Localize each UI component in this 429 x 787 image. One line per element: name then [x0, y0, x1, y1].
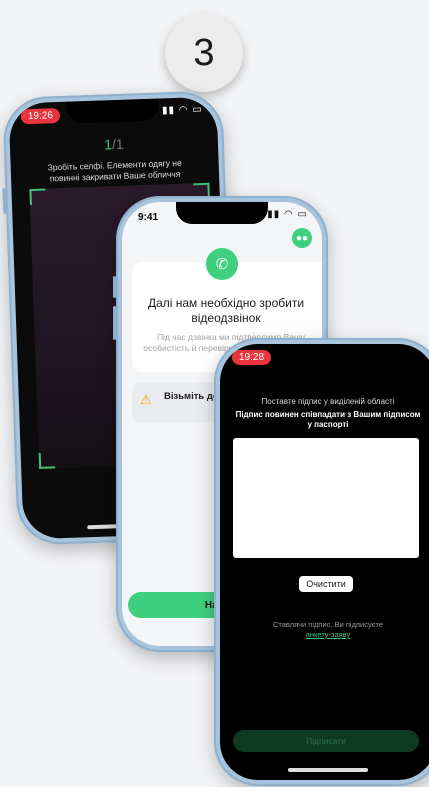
battery-icon: ▭ — [297, 209, 308, 220]
home-indicator — [288, 768, 368, 772]
photo-counter: 1/1 — [10, 132, 218, 155]
signature-screen: 19:28 Поставте підпис у виділеній област… — [220, 344, 429, 780]
signature-pad[interactable] — [233, 438, 419, 558]
videocall-title: Далі нам необхідно зробити відеодзвінок — [147, 296, 305, 325]
status-icons: ▮▮ ◠ ▭ — [267, 209, 308, 220]
phone-icon: ✆ — [206, 248, 238, 280]
status-time: 19:26 — [20, 107, 61, 125]
chat-icon[interactable]: ●● — [292, 228, 312, 248]
frame-corner — [38, 452, 56, 469]
battery-icon: ▭ — [192, 103, 203, 116]
notch — [282, 344, 374, 366]
step-number-badge: 3 — [165, 14, 243, 92]
notch — [66, 98, 160, 124]
signature-instruction: Поставте підпис у виділеній області — [261, 397, 395, 406]
notch — [176, 202, 268, 224]
clear-button[interactable]: Очистити — [299, 576, 353, 592]
counter-total: /1 — [111, 135, 124, 153]
volume-button — [2, 187, 7, 215]
phone-signature-screen: 19:28 Поставте підпис у виділеній област… — [214, 338, 429, 786]
signal-icon: ▮▮ — [161, 104, 176, 117]
status-time: 19:28 — [232, 350, 272, 365]
frame-corner — [29, 188, 46, 206]
volume-button — [113, 276, 116, 298]
warning-icon: ⚠ — [140, 392, 152, 407]
signature-note: Ставлячи підпис, Ви підписуєте анкету-за… — [234, 620, 422, 640]
note-text: Ставлячи підпис, Ви підписуєте — [272, 620, 384, 629]
signature-requirement: Підпис повинен співпадати з Вашим підпис… — [235, 410, 421, 429]
volume-button — [113, 306, 116, 340]
status-time: 9:41 — [138, 212, 159, 223]
wifi-icon: ◠ — [284, 209, 294, 220]
wifi-icon: ◠ — [178, 104, 189, 116]
selfie-instruction: Зробіть селфі. Елементи одягу не повинні… — [47, 157, 182, 184]
status-icons: ▮▮ ◠ ▭ — [162, 104, 203, 116]
application-form-link[interactable]: анкету-заяву — [306, 630, 351, 639]
sign-button[interactable]: Підписати — [233, 730, 419, 752]
signal-icon: ▮▮ — [267, 209, 281, 220]
